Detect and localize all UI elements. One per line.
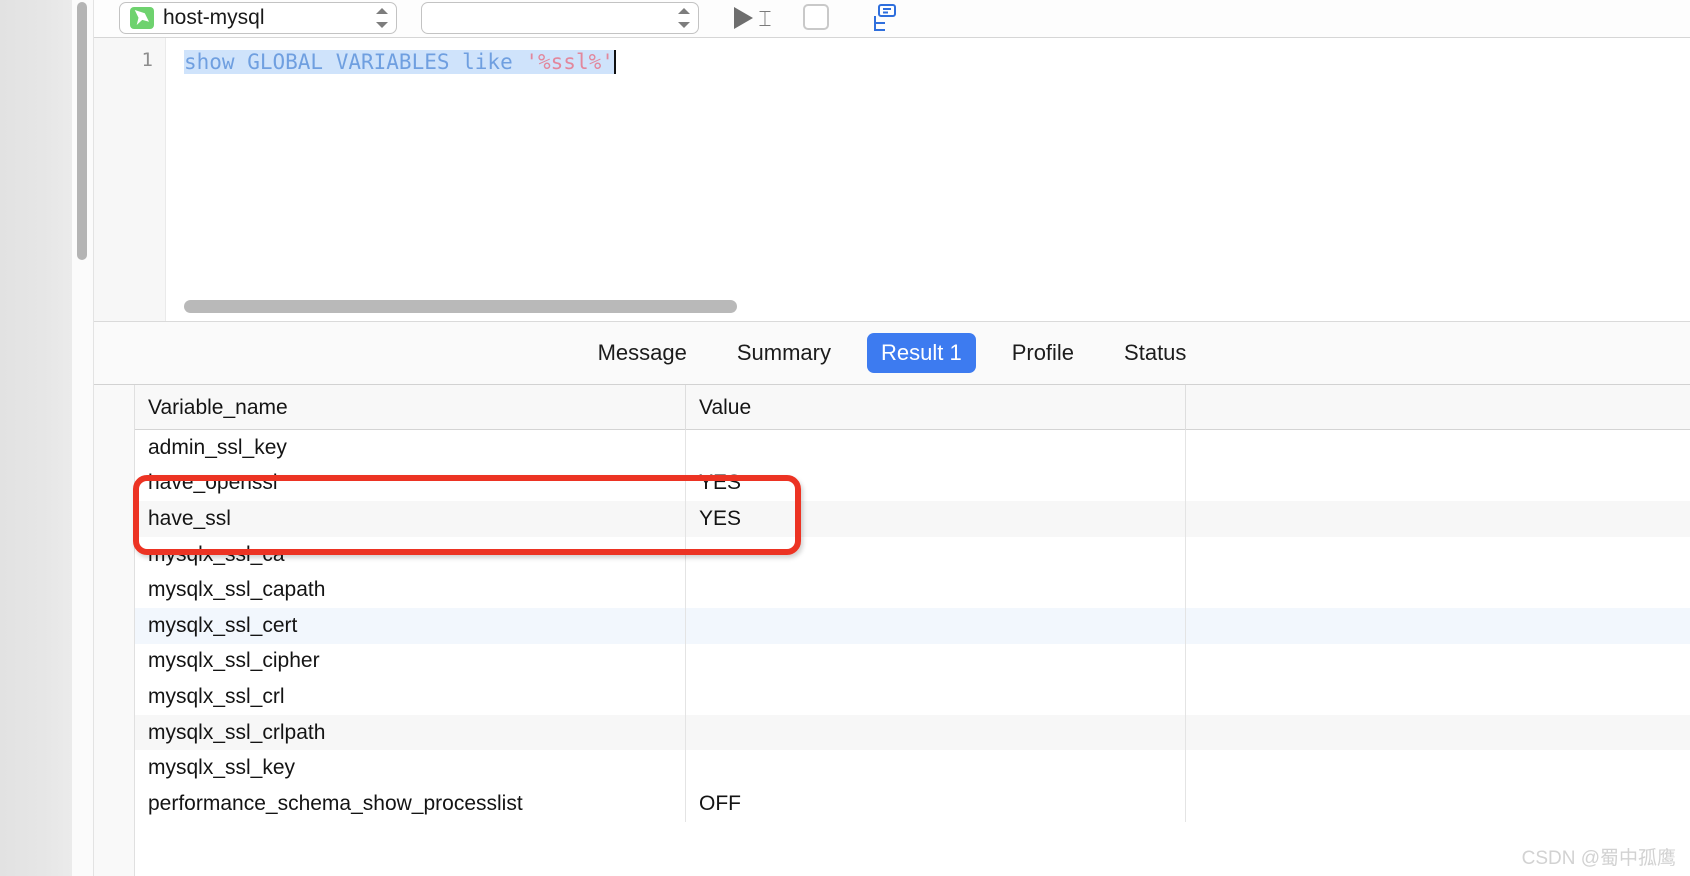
cell-variable-name[interactable]: admin_ssl_key bbox=[135, 430, 686, 466]
table-row[interactable]: performance_schema_show_processlist OFF bbox=[135, 785, 1690, 822]
table-row[interactable]: mysqlx_ssl_crlpath bbox=[135, 714, 1690, 751]
cell-value[interactable] bbox=[686, 536, 1186, 573]
cell-variable-name[interactable]: mysqlx_ssl_capath bbox=[135, 572, 686, 608]
line-number: 1 bbox=[141, 49, 153, 71]
connection-label: host-mysql bbox=[163, 6, 265, 29]
tab-summary[interactable]: Summary bbox=[723, 333, 845, 373]
cell-extra[interactable] bbox=[1186, 572, 1690, 608]
cell-variable-name[interactable]: mysqlx_ssl_crlpath bbox=[135, 714, 686, 751]
table-row[interactable]: mysqlx_ssl_cert bbox=[135, 607, 1690, 644]
table-row[interactable]: mysqlx_ssl_ca bbox=[135, 536, 1690, 573]
column-header-value[interactable]: Value bbox=[686, 385, 1186, 430]
cell-value[interactable] bbox=[686, 643, 1186, 680]
editor-gutter: 1 bbox=[94, 38, 166, 321]
cell-extra[interactable] bbox=[1186, 786, 1690, 822]
cell-variable-name[interactable]: have_ssl bbox=[135, 501, 686, 537]
sql-query-text[interactable]: show GLOBAL VARIABLES like '%ssl%' bbox=[184, 49, 616, 75]
table-row[interactable]: mysqlx_ssl_cipher bbox=[135, 643, 1690, 680]
text-cursor-icon: ⌶ bbox=[758, 6, 772, 31]
result-grid: Variable_name Value admin_ssl_key have_op… bbox=[94, 385, 1690, 876]
table-header-row: Variable_name Value bbox=[135, 385, 1690, 430]
cell-variable-name[interactable]: mysqlx_ssl_cipher bbox=[135, 643, 686, 680]
tab-result-1[interactable]: Result 1 bbox=[866, 333, 976, 373]
cell-extra[interactable] bbox=[1186, 608, 1690, 644]
cell-value[interactable] bbox=[686, 430, 1186, 466]
cell-value[interactable] bbox=[686, 750, 1186, 786]
connection-select[interactable]: host-mysql bbox=[119, 2, 397, 34]
cell-extra[interactable] bbox=[1186, 537, 1690, 573]
result-tabbar: Message Summary Result 1 Profile Status bbox=[94, 321, 1690, 385]
cell-extra[interactable] bbox=[1186, 644, 1690, 680]
table-row[interactable]: mysqlx_ssl_crl bbox=[135, 679, 1690, 715]
cell-extra[interactable] bbox=[1186, 466, 1690, 502]
table-row[interactable]: have_ssl YES bbox=[135, 501, 1690, 537]
database-select[interactable] bbox=[421, 2, 699, 34]
cell-variable-name[interactable]: mysqlx_ssl_key bbox=[135, 750, 686, 786]
table-body: admin_ssl_key have_openssl YES have_ssl YES m… bbox=[135, 430, 1690, 876]
cell-variable-name[interactable]: mysqlx_ssl_cert bbox=[135, 607, 686, 644]
cell-variable-name[interactable]: mysqlx_ssl_crl bbox=[135, 679, 686, 715]
sql-string-literal: '%ssl%' bbox=[525, 50, 614, 74]
run-icon[interactable] bbox=[730, 3, 760, 33]
toolbar: host-mysql ⌶ bbox=[94, 0, 1690, 38]
table-row[interactable]: have_openssl YES bbox=[135, 465, 1690, 502]
tab-status[interactable]: Status bbox=[1110, 333, 1200, 373]
table-row[interactable]: mysqlx_ssl_key bbox=[135, 750, 1690, 786]
cell-value[interactable] bbox=[686, 572, 1186, 608]
stop-icon[interactable] bbox=[803, 4, 829, 30]
cell-value[interactable]: YES bbox=[686, 465, 1186, 502]
cell-extra[interactable] bbox=[1186, 679, 1690, 715]
left-panel bbox=[0, 0, 72, 876]
cell-value[interactable] bbox=[686, 607, 1186, 644]
cell-extra[interactable] bbox=[1186, 501, 1690, 537]
tab-profile[interactable]: Profile bbox=[998, 333, 1088, 373]
cell-extra[interactable] bbox=[1186, 750, 1690, 786]
watermark: CSDN @蜀中孤鹰 bbox=[1521, 848, 1676, 869]
chevron-updown-icon[interactable] bbox=[676, 6, 692, 30]
left-scrollbar-thumb[interactable] bbox=[77, 2, 87, 260]
cell-variable-name[interactable]: performance_schema_show_processlist bbox=[135, 785, 686, 822]
column-header-extra[interactable] bbox=[1186, 385, 1690, 430]
explain-tree-icon[interactable] bbox=[866, 2, 898, 34]
row-header-column bbox=[94, 385, 135, 876]
column-header-variable-name[interactable]: Variable_name bbox=[135, 385, 686, 430]
cell-value[interactable]: OFF bbox=[686, 785, 1186, 822]
tab-message[interactable]: Message bbox=[584, 333, 701, 373]
cell-value[interactable] bbox=[686, 714, 1186, 751]
editor-hscrollbar-thumb[interactable] bbox=[184, 300, 737, 313]
text-caret bbox=[613, 50, 616, 74]
cell-value[interactable] bbox=[686, 679, 1186, 715]
sql-editor[interactable]: 1 show GLOBAL VARIABLES like '%ssl%' bbox=[94, 38, 1690, 321]
mysql-dolphin-icon bbox=[130, 7, 154, 29]
cell-value[interactable]: YES bbox=[686, 501, 1186, 537]
sql-client-window: host-mysql ⌶ 1 show GLOBAL VARIABLES lik… bbox=[0, 0, 1690, 876]
cell-variable-name[interactable]: have_openssl bbox=[135, 465, 686, 502]
cell-extra[interactable] bbox=[1186, 430, 1690, 466]
sql-keywords: show GLOBAL VARIABLES like bbox=[184, 50, 526, 74]
cell-variable-name[interactable]: mysqlx_ssl_ca bbox=[135, 536, 686, 573]
cell-extra[interactable] bbox=[1186, 715, 1690, 751]
table-row[interactable]: admin_ssl_key bbox=[135, 430, 1690, 466]
chevron-updown-icon[interactable] bbox=[374, 6, 390, 30]
table-row[interactable]: mysqlx_ssl_capath bbox=[135, 572, 1690, 608]
